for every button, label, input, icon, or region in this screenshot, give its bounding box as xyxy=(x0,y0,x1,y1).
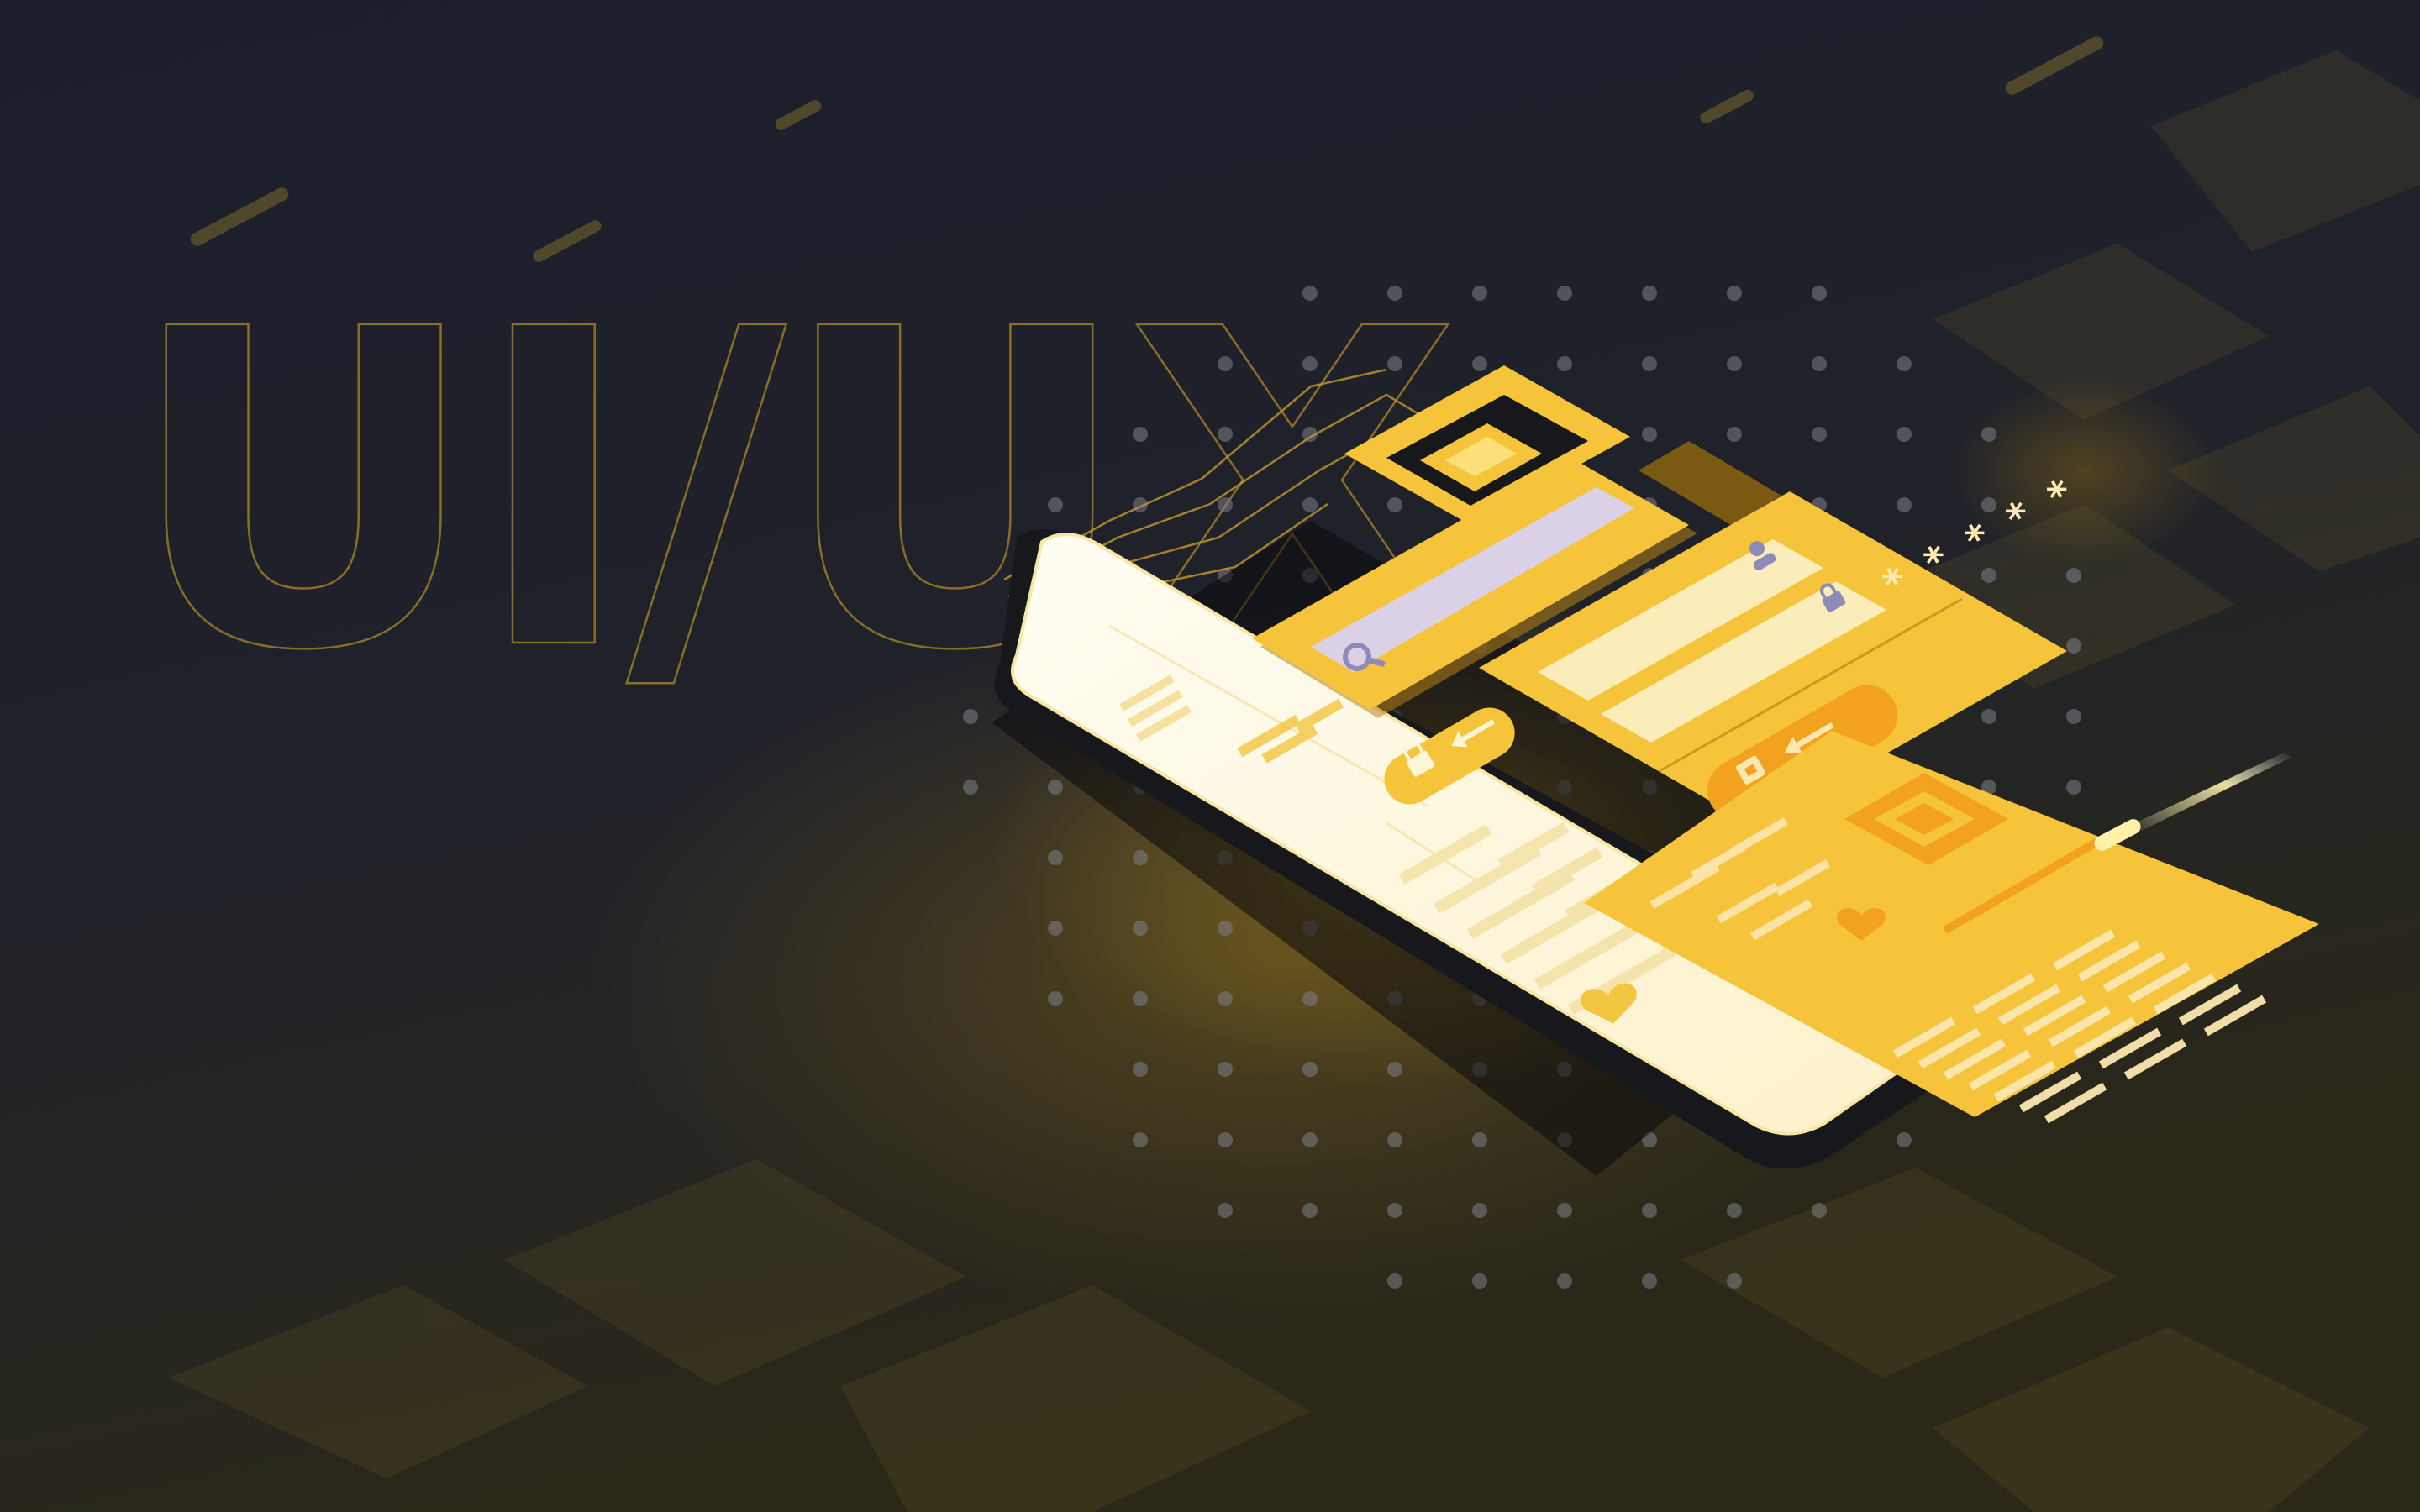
grid-dot xyxy=(1302,497,1318,512)
grid-dot xyxy=(1218,921,1233,936)
grid-dot xyxy=(1812,1203,1827,1218)
grid-dot xyxy=(1302,286,1318,301)
grid-dot xyxy=(1727,286,1742,301)
grid-dot xyxy=(1387,356,1402,371)
grid-dot xyxy=(1302,991,1318,1006)
grid-dot xyxy=(1472,1132,1487,1147)
grid-dot xyxy=(1472,1203,1487,1218)
grid-dot xyxy=(1897,1132,1912,1147)
grid-dot xyxy=(1897,497,1912,512)
grid-dot xyxy=(1302,356,1318,371)
grid-dot xyxy=(1387,1062,1402,1077)
grid-dot xyxy=(963,709,978,724)
grid-dot xyxy=(1642,286,1657,301)
grid-dot xyxy=(1133,991,1148,1006)
ui-ux-illustration: UI/UX * * * * * xyxy=(0,0,2420,1512)
grid-dot xyxy=(1218,1062,1233,1077)
grid-dot xyxy=(1048,921,1063,936)
grid-dot xyxy=(1897,427,1912,442)
grid-dot xyxy=(1387,1132,1402,1147)
grid-dot xyxy=(1218,991,1233,1006)
grid-dot xyxy=(1048,497,1063,512)
grid-dot xyxy=(1727,427,1742,442)
grid-dot xyxy=(1048,850,1063,865)
grid-dot xyxy=(1642,356,1657,371)
grid-dot xyxy=(1557,286,1572,301)
grid-dot xyxy=(2066,638,2081,654)
grid-dot xyxy=(1387,1273,1402,1289)
grid-dot xyxy=(1727,1203,1742,1218)
grid-dot xyxy=(1218,1203,1233,1218)
grid-dot xyxy=(1387,1203,1402,1218)
grid-dot xyxy=(1642,427,1657,442)
grid-dot xyxy=(963,780,978,795)
grid-dot xyxy=(1302,1062,1318,1077)
grid-dot xyxy=(1218,497,1233,512)
grid-dot xyxy=(1133,850,1148,865)
grid-dot xyxy=(1048,991,1063,1006)
grid-dot xyxy=(1133,427,1148,442)
grid-dot xyxy=(1472,286,1487,301)
grid-dot xyxy=(1897,356,1912,371)
grid-dot xyxy=(1557,1203,1572,1218)
grid-dot xyxy=(1981,427,1996,442)
grid-dot xyxy=(2066,780,2081,795)
grid-dot xyxy=(1387,497,1402,512)
grid-dot xyxy=(1218,356,1233,371)
grid-dot xyxy=(1133,921,1148,936)
grid-dot xyxy=(1302,1132,1318,1147)
grid-dot xyxy=(1218,1132,1233,1147)
grid-dot xyxy=(1981,568,1996,583)
illustration-canvas: UI/UX * * * * * xyxy=(0,0,2420,1512)
grid-dot xyxy=(1557,356,1572,371)
grid-dot xyxy=(1727,1273,1742,1289)
grid-dot xyxy=(1812,356,1827,371)
grid-dot xyxy=(1812,286,1827,301)
grid-dot xyxy=(1727,356,1742,371)
grid-dot xyxy=(1048,780,1063,795)
grid-dot xyxy=(1472,356,1487,371)
grid-dot xyxy=(1133,1132,1148,1147)
grid-dot xyxy=(1642,1273,1657,1289)
grid-dot xyxy=(1812,427,1827,442)
grid-dot xyxy=(1557,1273,1572,1289)
grid-dot xyxy=(1472,1273,1487,1289)
grid-dot xyxy=(2066,568,2081,583)
grid-dot xyxy=(2066,709,2081,724)
grid-dot xyxy=(1218,427,1233,442)
grid-dot xyxy=(1133,1062,1148,1077)
grid-dot xyxy=(1387,286,1402,301)
grid-dot xyxy=(1302,1203,1318,1218)
grid-dot xyxy=(1981,709,1996,724)
grid-dot xyxy=(1642,1203,1657,1218)
